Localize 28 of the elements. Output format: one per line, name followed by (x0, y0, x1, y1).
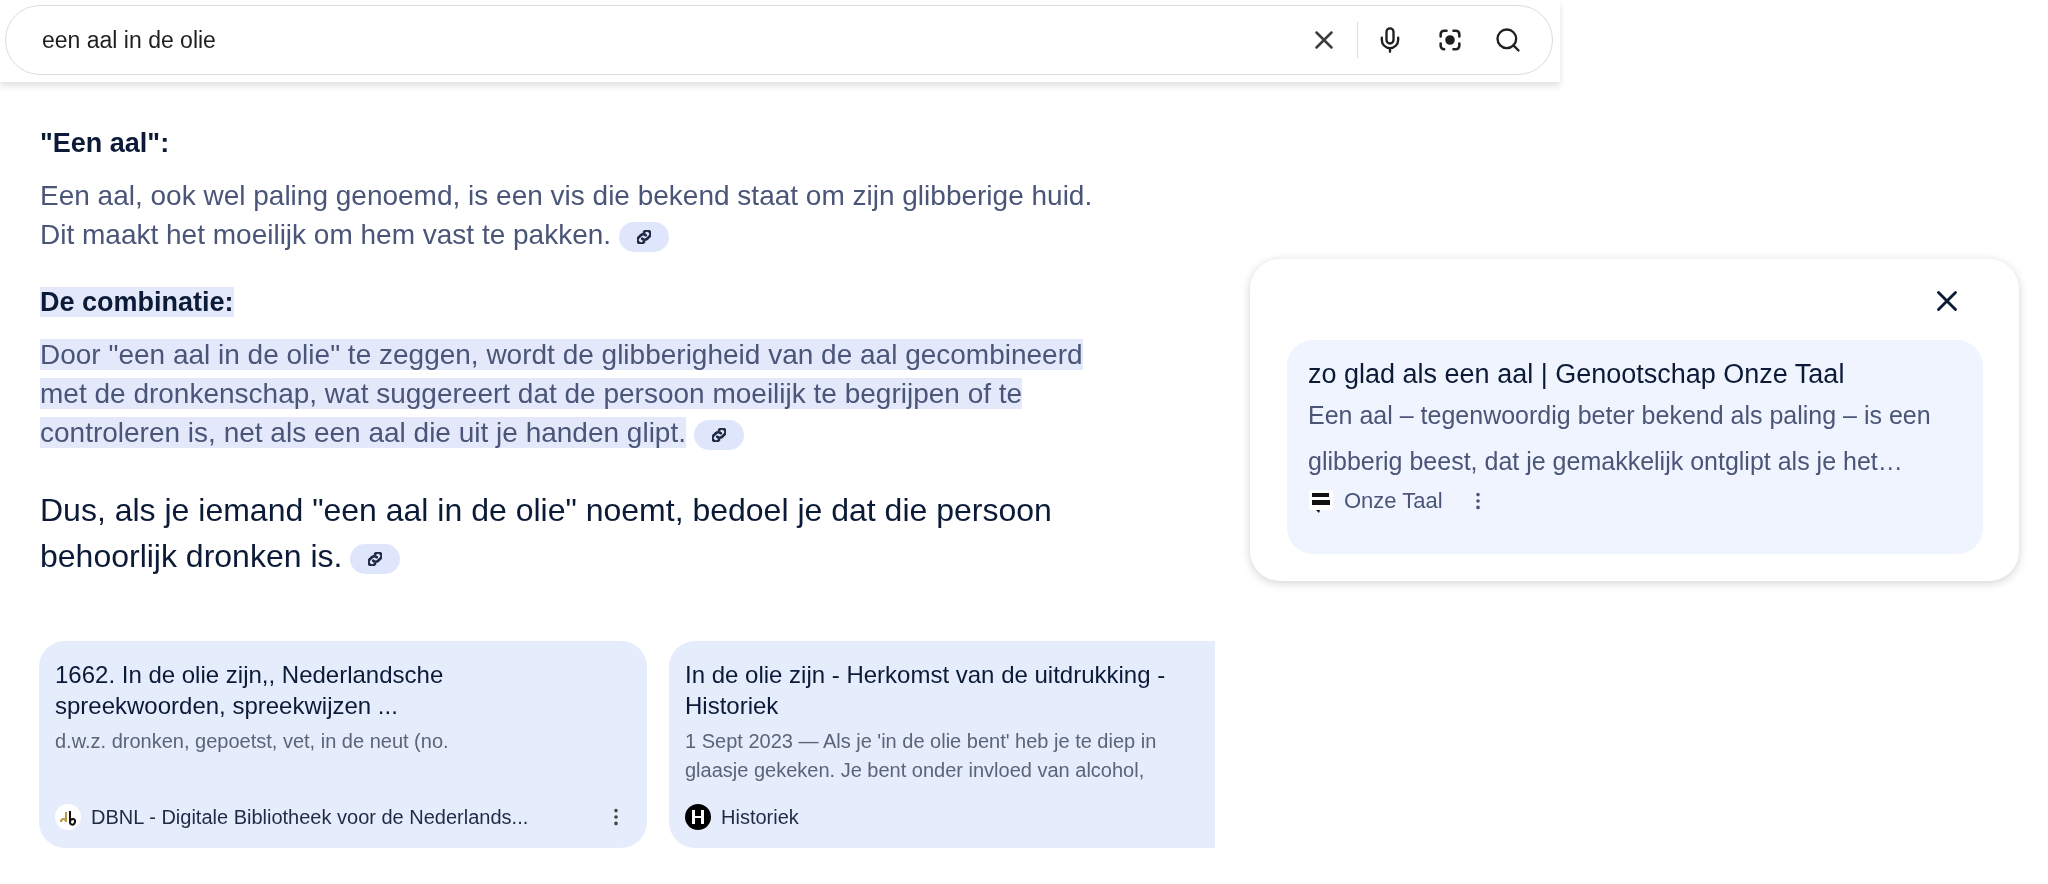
link-icon (712, 427, 726, 442)
link-icon (368, 551, 383, 566)
source-card[interactable]: In de olie zijn - Herkomst van de uitdrukking - Historiek 1 Sept 2023 — Als je 'in de olie bent' heb je te diep in glaasje gekeken. Je bent onder invloed van alcohol, Historiek (669, 641, 1215, 848)
link-chip[interactable] (619, 221, 670, 252)
link-icon (637, 229, 652, 244)
link-chip[interactable] (694, 419, 744, 450)
answer-summary: Dus, als je iemand "een aal in de olie" noemt, bedoel je dat die persoon behoorlijk dronken is. (40, 491, 1053, 576)
search-field[interactable]: een aal in de olie (5, 5, 1553, 75)
section-heading: De combinatie: (40, 287, 234, 317)
card-title: zo glad als een aal | Genootschap Onze Taal (1308, 358, 1846, 390)
source-name[interactable]: Onze Taal (1344, 484, 1443, 517)
card-title: 1662. In de olie zijn,, Nederlandsche spreekwoorden, spreekwijzen ... (55, 660, 445, 721)
card-snippet: 1 Sept 2023 — Als je 'in de olie bent' heb je te diep in (685, 729, 1158, 754)
card-title: In de olie zijn - Herkomst van de uitdrukking - Historiek (685, 660, 1167, 721)
source-name[interactable]: Historiek (721, 802, 799, 832)
card-snippet: d.w.z. dronken, gepoetst, vet, in de neut (no. (55, 729, 450, 754)
link-chip[interactable] (350, 543, 401, 574)
source-card[interactable]: 1662. In de olie zijn,, Nederlandsche spreekwoorden, spreekwijzen ... d.w.z. dronken, gepoetst, vet, in de neut (no. DBNL - Digitale Bibliotheek voor de Nederlands... (39, 641, 647, 848)
source-name[interactable]: DBNL - Digitale Bibliotheek voor de Nederlands... (91, 802, 529, 832)
search-icon[interactable] (1494, 26, 1522, 54)
lens-icon[interactable] (1436, 26, 1464, 54)
card-snippet: Een aal – tegenwoordig beter bekend als paling – is een glibberig beest, dat je gemakkelijk ontglipt als je het… (1308, 400, 1932, 477)
search-input[interactable]: een aal in de olie (42, 22, 216, 58)
card-snippet: glaasje gekeken. Je bent onder invloed van alcohol, (685, 758, 1146, 783)
answer-paragraph: Door "een aal in de olie" te zeggen, wordt de glibberigheid van de aal gecombineerd met de dronkenschap, wat suggereert dat de persoon moeilijk te begrijpen of te controleren is, net als een aal die uit je handen glipt. (40, 338, 1084, 452)
section-heading: "Een aal": (40, 128, 170, 158)
source-card[interactable]: zo glad als een aal | Genootschap Onze Taal Een aal – tegenwoordig beter bekend als paling – is een glibberig beest, dat je gemakkelijk ontglipt als je het… Onze Taal (1287, 340, 1983, 554)
answer-paragraph: Een aal, ook wel paling genoemd, is een vis die bekend staat om zijn glibberige huid. Dit maakt het moeilijk om hem vast te pakken. (40, 179, 1094, 254)
